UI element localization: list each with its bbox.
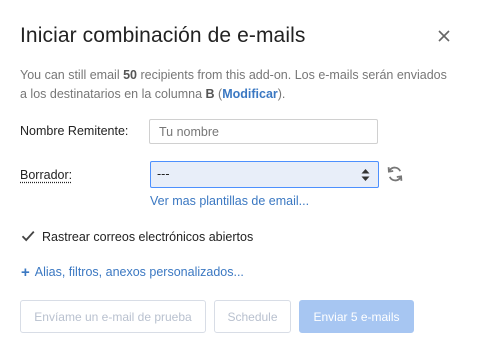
draft-selected-value: --- <box>157 167 170 181</box>
quota-info: You can still email 50 recipients from t… <box>20 66 450 104</box>
advanced-options-link[interactable]: + Alias, filtros, anexos personalizados..… <box>21 263 244 281</box>
dialog-title: Iniciar combinación de e-mails <box>20 24 306 47</box>
modify-link[interactable]: Modificar <box>222 87 278 101</box>
draft-select[interactable]: --- <box>150 161 379 188</box>
sender-name-input[interactable] <box>149 119 378 144</box>
select-arrows-icon <box>361 168 370 187</box>
track-opens-checkbox[interactable] <box>21 229 35 243</box>
close-icon[interactable] <box>432 24 456 48</box>
info-text-1: You can still email <box>20 68 124 82</box>
send-emails-button[interactable]: Enviar 5 e-mails <box>299 300 414 333</box>
more-templates-link[interactable]: Ver mas plantillas de email... <box>150 194 309 208</box>
refresh-icon[interactable] <box>385 164 405 184</box>
mail-merge-dialog: Iniciar combinación de e-mails You can s… <box>0 0 480 349</box>
draft-label: Borrador: <box>20 168 73 182</box>
column-letter: B <box>205 87 215 101</box>
sender-name-label: Nombre Remitente: <box>20 124 129 138</box>
recipient-count: 50 <box>123 68 137 82</box>
advanced-options-label: Alias, filtros, anexos personalizados... <box>34 265 244 279</box>
info-text-4: ). <box>277 87 286 101</box>
track-opens-label: Rastrear correos electrónicos abiertos <box>42 230 254 244</box>
plus-icon: + <box>21 264 30 281</box>
send-test-email-button[interactable]: Envíame un e-mail de prueba <box>20 300 206 333</box>
schedule-button[interactable]: Schedule <box>214 300 291 333</box>
